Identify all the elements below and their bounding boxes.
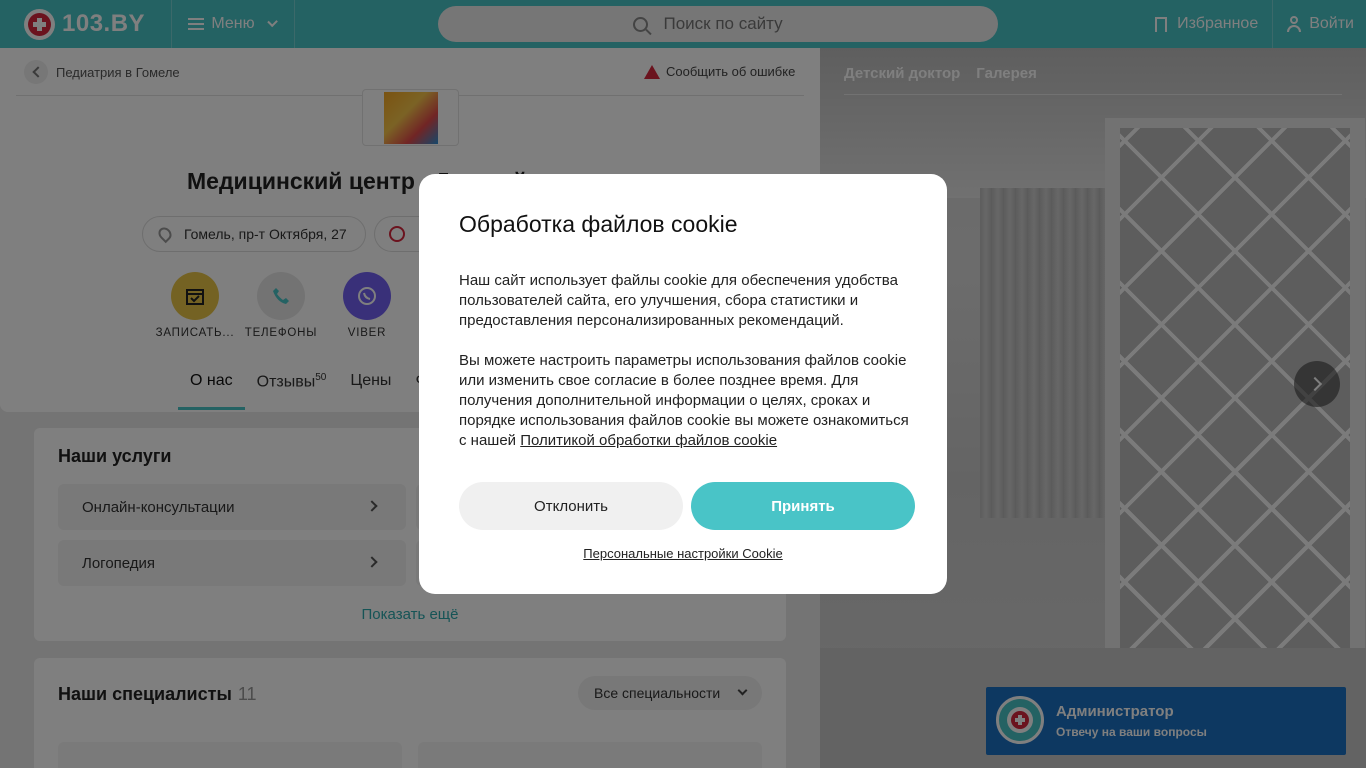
cookie-modal: Обработка файлов cookie Наш сайт использ… (419, 174, 947, 594)
cookie-policy-link[interactable]: Политикой обработки файлов cookie (520, 432, 777, 449)
decline-button[interactable]: Отклонить (459, 482, 683, 530)
cookie-text-1: Наш сайт использует файлы cookie для обе… (459, 272, 898, 329)
cookie-settings-link[interactable]: Персональные настройки Cookie (419, 546, 947, 561)
cookie-text-2: Вы можете настроить параметры использова… (459, 351, 919, 451)
cookie-modal-title: Обработка файлов cookie (459, 211, 738, 237)
accept-button[interactable]: Принять (691, 482, 915, 530)
